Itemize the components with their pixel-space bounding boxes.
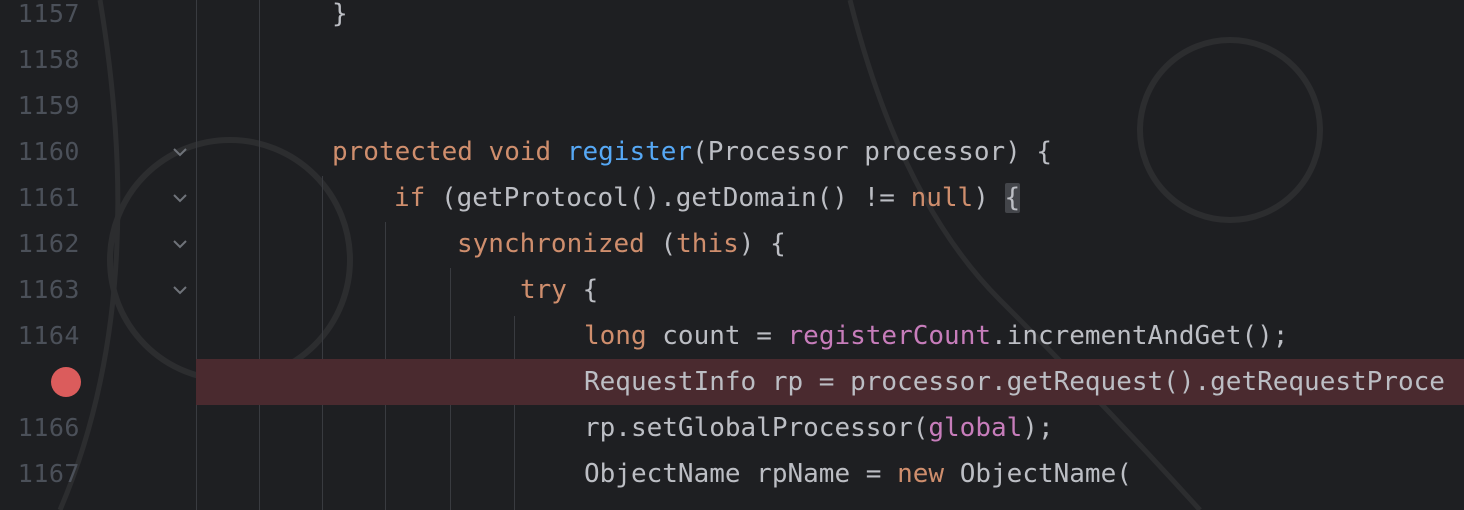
code-token: null (910, 183, 974, 213)
code-token: ) (973, 183, 1005, 213)
code-text: long count = registerCount.incrementAndG… (584, 313, 1288, 359)
code-token: ObjectName rpName = (584, 459, 898, 489)
code-token: (Processor processor) { (692, 137, 1053, 167)
code-token: global (928, 413, 1023, 443)
code-line[interactable]: 1157} (0, 0, 1464, 37)
code-token: register (566, 137, 693, 167)
code-line[interactable]: 1160 protected void register(Processor pr… (0, 129, 1464, 175)
code-token: ObjectName( (944, 459, 1132, 489)
code-line[interactable]: 1163 try { (0, 267, 1464, 313)
line-number: 1161 (17, 183, 80, 212)
code-text: try { (520, 267, 598, 313)
code-token: .incrementAndGet(); (991, 321, 1289, 351)
code-token: rp.setGlobalProcessor( (584, 413, 929, 443)
code-text: if (getProtocol().getDomain() != null) { (394, 175, 1021, 221)
code-token: new (897, 459, 945, 489)
code-line[interactable]: 1166 rp.setGlobalProcessor(global); (0, 405, 1464, 451)
code-editor[interactable]: 1157} 1158 1159 1160 protected void register… (0, 0, 1464, 510)
code-token: } (332, 0, 348, 29)
code-line[interactable]: 1167 ObjectName rpName = new ObjectName( (0, 451, 1464, 497)
code-token: this (676, 229, 739, 259)
code-token: synchronized (457, 229, 645, 259)
code-token: RequestInfo rp = processor.getRequest().… (584, 367, 1445, 397)
code-token: ); (1022, 413, 1054, 443)
code-token: long (584, 321, 647, 351)
code-token: registerCount (787, 321, 992, 351)
code-token: void (488, 137, 552, 167)
code-text: protected void register(Processor proces… (332, 129, 1052, 175)
code-text: RequestInfo rp = processor.getRequest().… (584, 359, 1445, 405)
breakpoint-icon[interactable] (51, 367, 81, 397)
code-line[interactable]: 1158 (0, 37, 1464, 83)
code-line[interactable]: 1164 long count = registerCount.increment… (0, 313, 1464, 359)
chevron-down-icon[interactable] (170, 281, 190, 299)
code-line[interactable]: 1159 (0, 83, 1464, 129)
code-token: if (394, 183, 426, 213)
line-number: 1163 (17, 275, 80, 304)
line-number: 1166 (17, 413, 80, 442)
matched-brace: { (1004, 183, 1021, 213)
chevron-down-icon[interactable] (170, 235, 190, 253)
line-number: 1167 (17, 459, 80, 488)
code-token: (getProtocol().getDomain() != (425, 183, 911, 213)
code-line[interactable]: 1161 if (getProtocol().getDomain() != nul… (0, 175, 1464, 221)
line-number: 1157 (17, 0, 80, 28)
code-text: ObjectName rpName = new ObjectName( (584, 451, 1132, 497)
chevron-down-icon[interactable] (170, 143, 190, 161)
breakpoint-code-line[interactable]: RequestInfo rp = processor.getRequest().… (0, 359, 1464, 405)
line-number: 1164 (17, 321, 80, 350)
code-line[interactable]: 1162 synchronized (this) { (0, 221, 1464, 267)
line-number: 1158 (17, 45, 80, 74)
chevron-down-icon[interactable] (170, 189, 190, 207)
code-token: protected (332, 137, 473, 167)
code-text: rp.setGlobalProcessor(global); (584, 405, 1054, 451)
code-text: } (332, 0, 348, 37)
code-text: synchronized (this) { (457, 221, 786, 267)
line-number: 1162 (17, 229, 80, 258)
code-token: count = (646, 321, 788, 351)
line-number: 1160 (17, 137, 80, 166)
code-token: { (566, 275, 599, 305)
code-token: ) { (738, 229, 786, 259)
code-token: ( (644, 229, 677, 259)
code-token: try (520, 275, 567, 305)
line-number: 1159 (17, 91, 80, 120)
